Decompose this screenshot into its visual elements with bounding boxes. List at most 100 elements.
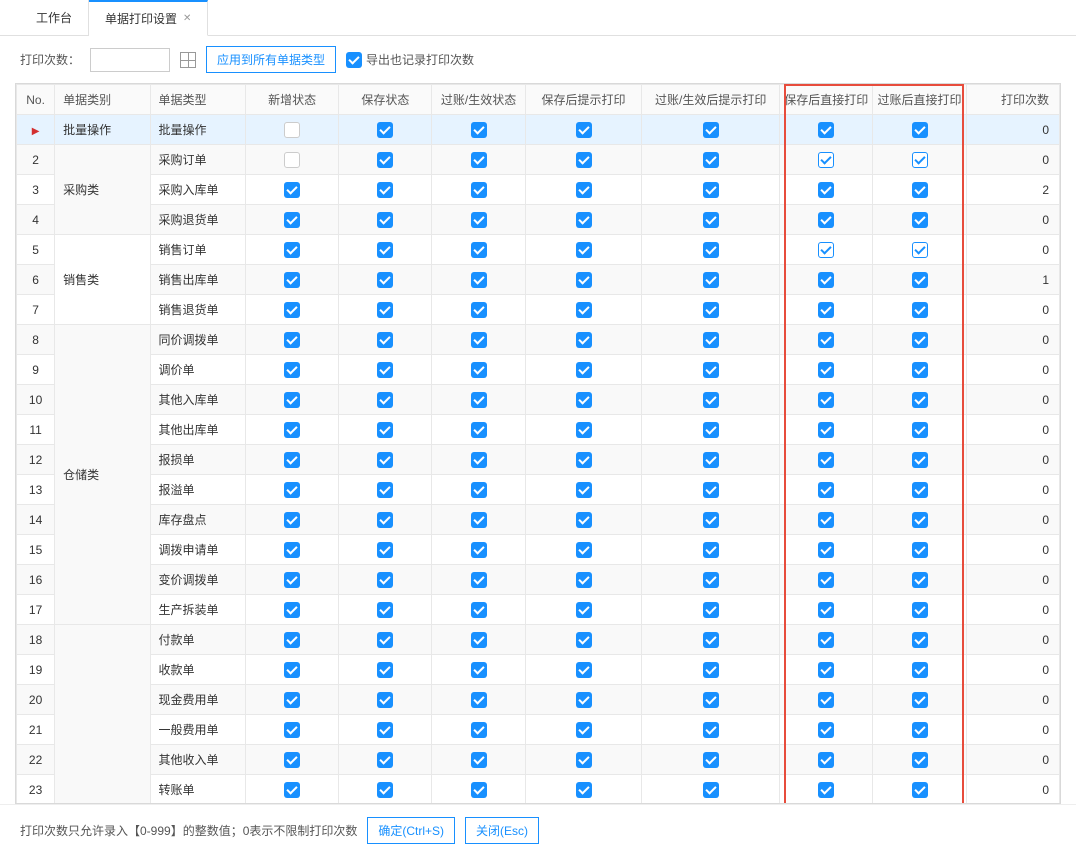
checkbox-post-direct[interactable] xyxy=(912,662,928,678)
checkbox-new[interactable] xyxy=(284,302,300,318)
checkbox-post-direct[interactable] xyxy=(912,152,928,168)
checkbox-post-prompt[interactable] xyxy=(703,782,719,798)
table-row[interactable]: 15调拨申请单0 xyxy=(17,535,1060,565)
checkbox-post[interactable] xyxy=(471,782,487,798)
checkbox-save[interactable] xyxy=(377,572,393,588)
checkbox-post-direct[interactable] xyxy=(912,542,928,558)
tab-print-settings[interactable]: 单据打印设置 ✕ xyxy=(89,0,208,36)
checkbox-post[interactable] xyxy=(471,752,487,768)
checkbox-save-prompt[interactable] xyxy=(576,692,592,708)
table-row[interactable]: 2采购类采购订单0 xyxy=(17,145,1060,175)
checkbox-new[interactable] xyxy=(284,782,300,798)
checkbox-post[interactable] xyxy=(471,512,487,528)
checkbox-post-prompt[interactable] xyxy=(703,542,719,558)
table-row[interactable]: 5销售类销售订单0 xyxy=(17,235,1060,265)
table-row[interactable]: 10其他入库单0 xyxy=(17,385,1060,415)
checkbox-post-direct[interactable] xyxy=(912,452,928,468)
checkbox-post-prompt[interactable] xyxy=(703,752,719,768)
checkbox-new[interactable] xyxy=(284,512,300,528)
checkbox-save-prompt[interactable] xyxy=(576,722,592,738)
checkbox-post[interactable] xyxy=(471,212,487,228)
checkbox-post-direct[interactable] xyxy=(912,722,928,738)
checkbox-new[interactable] xyxy=(284,632,300,648)
table-row[interactable]: 11其他出库单0 xyxy=(17,415,1060,445)
checkbox-post-direct[interactable] xyxy=(912,602,928,618)
checkbox-post-prompt[interactable] xyxy=(703,482,719,498)
checkbox-new[interactable] xyxy=(284,332,300,348)
checkbox-post[interactable] xyxy=(471,392,487,408)
row-count[interactable]: 0 xyxy=(966,655,1059,685)
checkbox-post[interactable] xyxy=(471,662,487,678)
row-count[interactable]: 2 xyxy=(966,175,1059,205)
checkbox-save-direct[interactable] xyxy=(818,182,834,198)
checkbox-post-prompt[interactable] xyxy=(703,632,719,648)
checkbox-save-direct[interactable] xyxy=(818,362,834,378)
table-row[interactable]: 18付款单0 xyxy=(17,625,1060,655)
checkbox-post-direct[interactable] xyxy=(912,302,928,318)
table-row[interactable]: 12报损单0 xyxy=(17,445,1060,475)
checkbox-save-prompt[interactable] xyxy=(576,422,592,438)
checkbox-save-prompt[interactable] xyxy=(576,602,592,618)
export-record-checkbox[interactable]: 导出也记录打印次数 xyxy=(346,51,474,68)
table-row[interactable]: 8仓储类同价调拨单0 xyxy=(17,325,1060,355)
checkbox-post[interactable] xyxy=(471,722,487,738)
table-row[interactable]: 17生产拆装单0 xyxy=(17,595,1060,625)
checkbox-save[interactable] xyxy=(377,242,393,258)
checkbox-save-prompt[interactable] xyxy=(576,662,592,678)
table-row[interactable]: 7销售退货单0 xyxy=(17,295,1060,325)
checkbox-save[interactable] xyxy=(377,722,393,738)
checkbox-save-direct[interactable] xyxy=(818,272,834,288)
checkbox-save-prompt[interactable] xyxy=(576,242,592,258)
checkbox-save[interactable] xyxy=(377,542,393,558)
checkbox-new[interactable] xyxy=(284,152,300,168)
checkbox-post-direct[interactable] xyxy=(912,212,928,228)
checkbox-save-prompt[interactable] xyxy=(576,332,592,348)
close-button[interactable]: 关闭(Esc) xyxy=(465,817,539,844)
row-count[interactable]: 0 xyxy=(966,385,1059,415)
checkbox-save-prompt[interactable] xyxy=(576,632,592,648)
table-row[interactable]: 22其他收入单0 xyxy=(17,745,1060,775)
checkbox-save-direct[interactable] xyxy=(818,752,834,768)
checkbox-post[interactable] xyxy=(471,302,487,318)
checkbox-save-direct[interactable] xyxy=(818,152,834,168)
checkbox-save[interactable] xyxy=(377,422,393,438)
checkbox-new[interactable] xyxy=(284,212,300,228)
checkbox-post-direct[interactable] xyxy=(912,512,928,528)
checkbox-new[interactable] xyxy=(284,542,300,558)
table-row[interactable]: 21一般费用单0 xyxy=(17,715,1060,745)
row-count[interactable]: 0 xyxy=(966,415,1059,445)
table-row[interactable]: 4采购退货单0 xyxy=(17,205,1060,235)
checkbox-new[interactable] xyxy=(284,422,300,438)
ok-button[interactable]: 确定(Ctrl+S) xyxy=(367,817,455,844)
checkbox-save-prompt[interactable] xyxy=(576,152,592,168)
checkbox-save[interactable] xyxy=(377,122,393,138)
checkbox-post[interactable] xyxy=(471,572,487,588)
table-row[interactable]: 3采购入库单2 xyxy=(17,175,1060,205)
row-count[interactable]: 0 xyxy=(966,715,1059,745)
row-count[interactable]: 0 xyxy=(966,205,1059,235)
checkbox-save-prompt[interactable] xyxy=(576,122,592,138)
checkbox-save-direct[interactable] xyxy=(818,482,834,498)
checkbox-save-direct[interactable] xyxy=(818,212,834,228)
checkbox-save[interactable] xyxy=(377,692,393,708)
row-count[interactable]: 1 xyxy=(966,265,1059,295)
checkbox-post-prompt[interactable] xyxy=(703,272,719,288)
batch-row[interactable]: ▶ 批量操作 批量操作 0 xyxy=(17,115,1060,145)
checkbox-post-prompt[interactable] xyxy=(703,722,719,738)
checkbox-save[interactable] xyxy=(377,602,393,618)
checkbox-post[interactable] xyxy=(471,452,487,468)
row-count[interactable]: 0 xyxy=(966,685,1059,715)
checkbox-save-direct[interactable] xyxy=(818,602,834,618)
apply-all-button[interactable]: 应用到所有单据类型 xyxy=(206,46,336,73)
checkbox-save-direct[interactable] xyxy=(818,632,834,648)
checkbox-post[interactable] xyxy=(471,362,487,378)
close-icon[interactable]: ✕ xyxy=(183,13,191,24)
checkbox-save[interactable] xyxy=(377,782,393,798)
checkbox-save-direct[interactable] xyxy=(818,452,834,468)
checkbox-save-prompt[interactable] xyxy=(576,782,592,798)
checkbox-post[interactable] xyxy=(471,122,487,138)
checkbox-post-prompt[interactable] xyxy=(703,692,719,708)
row-count[interactable]: 0 xyxy=(966,235,1059,265)
row-count[interactable]: 0 xyxy=(966,595,1059,625)
checkbox-new[interactable] xyxy=(284,752,300,768)
